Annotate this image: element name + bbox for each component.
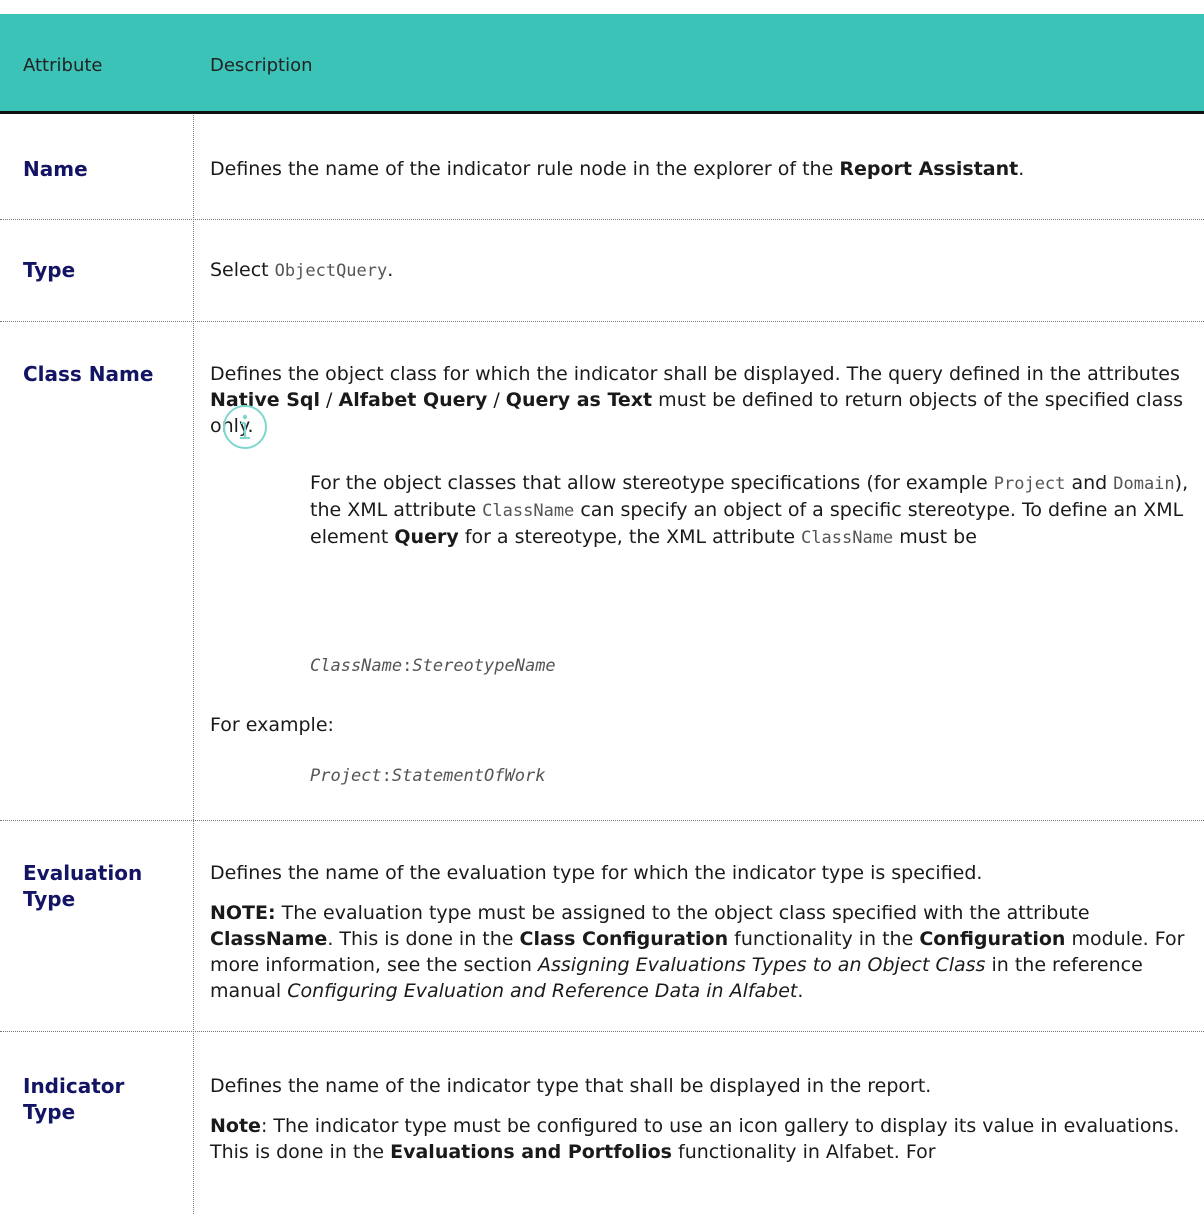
table-row-evaluation-type: Evaluation Type Defines the name of the … — [0, 820, 1204, 1032]
desc-indicator-type: Defines the name of the indicator type t… — [210, 1073, 1190, 1165]
desc-class-name-intro: Defines the object class for which the i… — [210, 363, 1184, 437]
note-stereotype: For the object classes that allow stereo… — [310, 472, 1189, 548]
note-evaluation-type: NOTE: The evaluation type must be assign… — [210, 902, 1185, 1002]
attr-type: Type — [23, 258, 76, 282]
example-label: For example: — [210, 714, 334, 736]
table-row-class-name: Class Name Defines the object class for … — [0, 321, 1204, 821]
desc-evaluation-type: Defines the name of the evaluation type … — [210, 860, 1190, 1004]
info-icon — [223, 405, 267, 449]
attr-evaluation-type: Evaluation Type — [23, 861, 143, 911]
note-indicator-type: Note: The indicator type must be configu… — [210, 1115, 1180, 1163]
desc-type: Select ObjectQuery. — [210, 259, 394, 281]
header-attribute: Attribute — [23, 55, 103, 76]
table-row-type: Type Select ObjectQuery. — [0, 219, 1204, 322]
attribute-table: Attribute Description Name Defines the n… — [0, 0, 1204, 1214]
attr-name: Name — [23, 157, 88, 181]
table-row-indicator-type: Indicator Type Defines the name of the i… — [0, 1031, 1204, 1214]
table-row-name: Name Defines the name of the indicator r… — [0, 114, 1204, 220]
header-description: Description — [210, 55, 313, 76]
desc-name: Defines the name of the indicator rule n… — [210, 158, 1025, 180]
attr-class-name: Class Name — [23, 362, 154, 386]
code-classname-stereotype: ClassName:StereotypeName — [310, 656, 556, 676]
attr-indicator-type: Indicator Type — [23, 1074, 125, 1124]
code-example: Project:StatementOfWork — [310, 766, 546, 786]
table-header: Attribute Description — [0, 14, 1204, 114]
